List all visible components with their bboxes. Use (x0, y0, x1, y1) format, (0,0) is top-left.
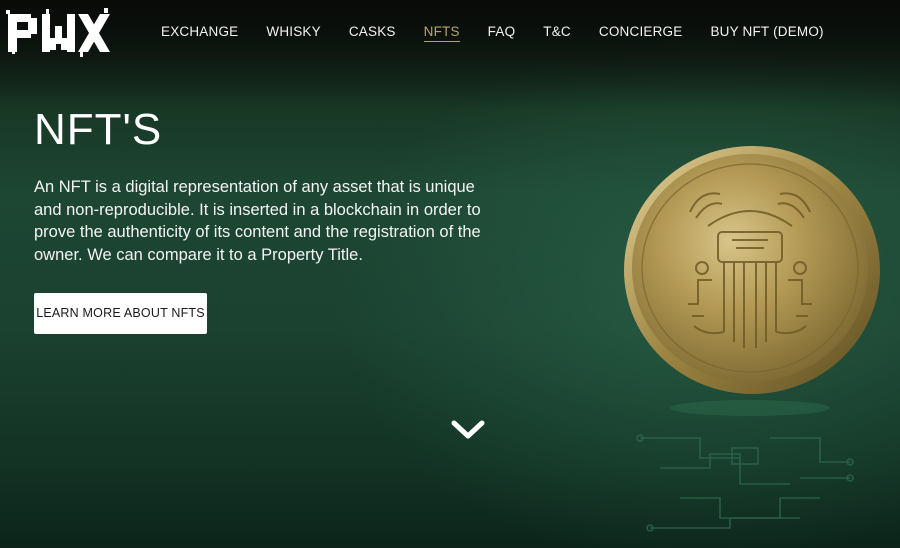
main-nav: EXCHANGE WHISKY CASKS NFTS FAQ T&C CONCI… (161, 23, 852, 42)
page-title: NFT'S (34, 105, 163, 154)
nft-coin-image (624, 146, 880, 394)
hero-content: NFT'S An NFT is a digital representation… (34, 104, 504, 266)
nav-faq[interactable]: FAQ (488, 23, 516, 42)
brand-logo[interactable] (6, 4, 110, 58)
chevron-down-icon[interactable] (450, 418, 486, 442)
nav-terms[interactable]: T&C (543, 23, 571, 42)
nav-concierge[interactable]: CONCIERGE (599, 23, 683, 42)
nav-nfts[interactable]: NFTS (423, 23, 460, 42)
nav-exchange[interactable]: EXCHANGE (161, 23, 238, 42)
circuit-pattern-decoration (636, 400, 854, 532)
hero-description: An NFT is a digital representation of an… (34, 178, 481, 264)
nav-casks[interactable]: CASKS (349, 23, 396, 42)
nav-whisky[interactable]: WHISKY (266, 23, 320, 42)
learn-more-button[interactable]: LEARN MORE ABOUT NFTS (34, 293, 207, 334)
nav-buy-nft-demo[interactable]: BUY NFT (DEMO) (710, 23, 823, 42)
top-navbar: EXCHANGE WHISKY CASKS NFTS FAQ T&C CONCI… (0, 0, 900, 64)
